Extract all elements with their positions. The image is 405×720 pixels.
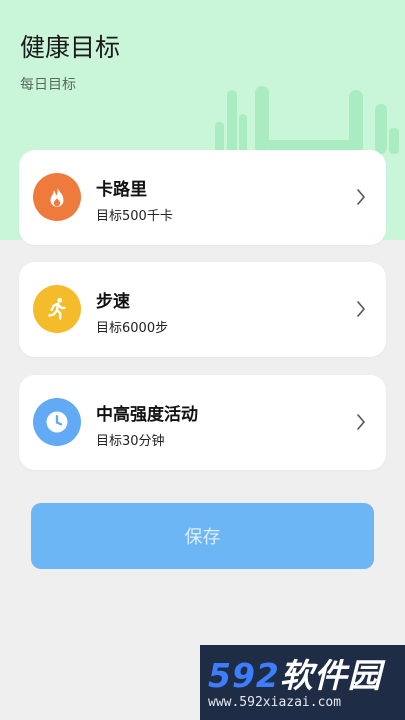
page-subtitle: 每日目标 — [20, 77, 76, 93]
watermark-brand: 592软件园 — [208, 649, 382, 697]
goal-name: 卡路里 — [96, 180, 147, 200]
goal-name: 步速 — [96, 292, 130, 312]
goal-card-activity[interactable]: 中高强度活动 目标30分钟 — [19, 375, 386, 470]
city-illustration-decoration — [215, 86, 399, 154]
goal-target: 目标6000步 — [96, 321, 169, 336]
flame-icon — [33, 173, 81, 221]
save-button[interactable]: 保存 — [31, 503, 374, 569]
watermark-brand-text: 软件园 — [279, 656, 382, 695]
goal-target: 目标500千卡 — [96, 209, 173, 224]
page-title: 健康目标 — [20, 33, 121, 62]
watermark-logo: 592软件园 www.592xiazai.com — [200, 645, 405, 720]
clock-icon — [33, 398, 81, 446]
chevron-right-icon — [357, 414, 365, 430]
goal-card-calories[interactable]: 卡路里 目标500千卡 — [19, 150, 386, 245]
goal-card-steps[interactable]: 步速 目标6000步 — [19, 262, 386, 357]
chevron-right-icon — [357, 189, 365, 205]
running-person-icon — [33, 285, 81, 333]
goal-name: 中高强度活动 — [96, 405, 198, 425]
watermark-url: www.592xiazai.com — [208, 695, 342, 710]
watermark-brand-number: 592 — [208, 656, 280, 695]
chevron-right-icon — [357, 301, 365, 317]
goal-target: 目标30分钟 — [96, 434, 165, 449]
